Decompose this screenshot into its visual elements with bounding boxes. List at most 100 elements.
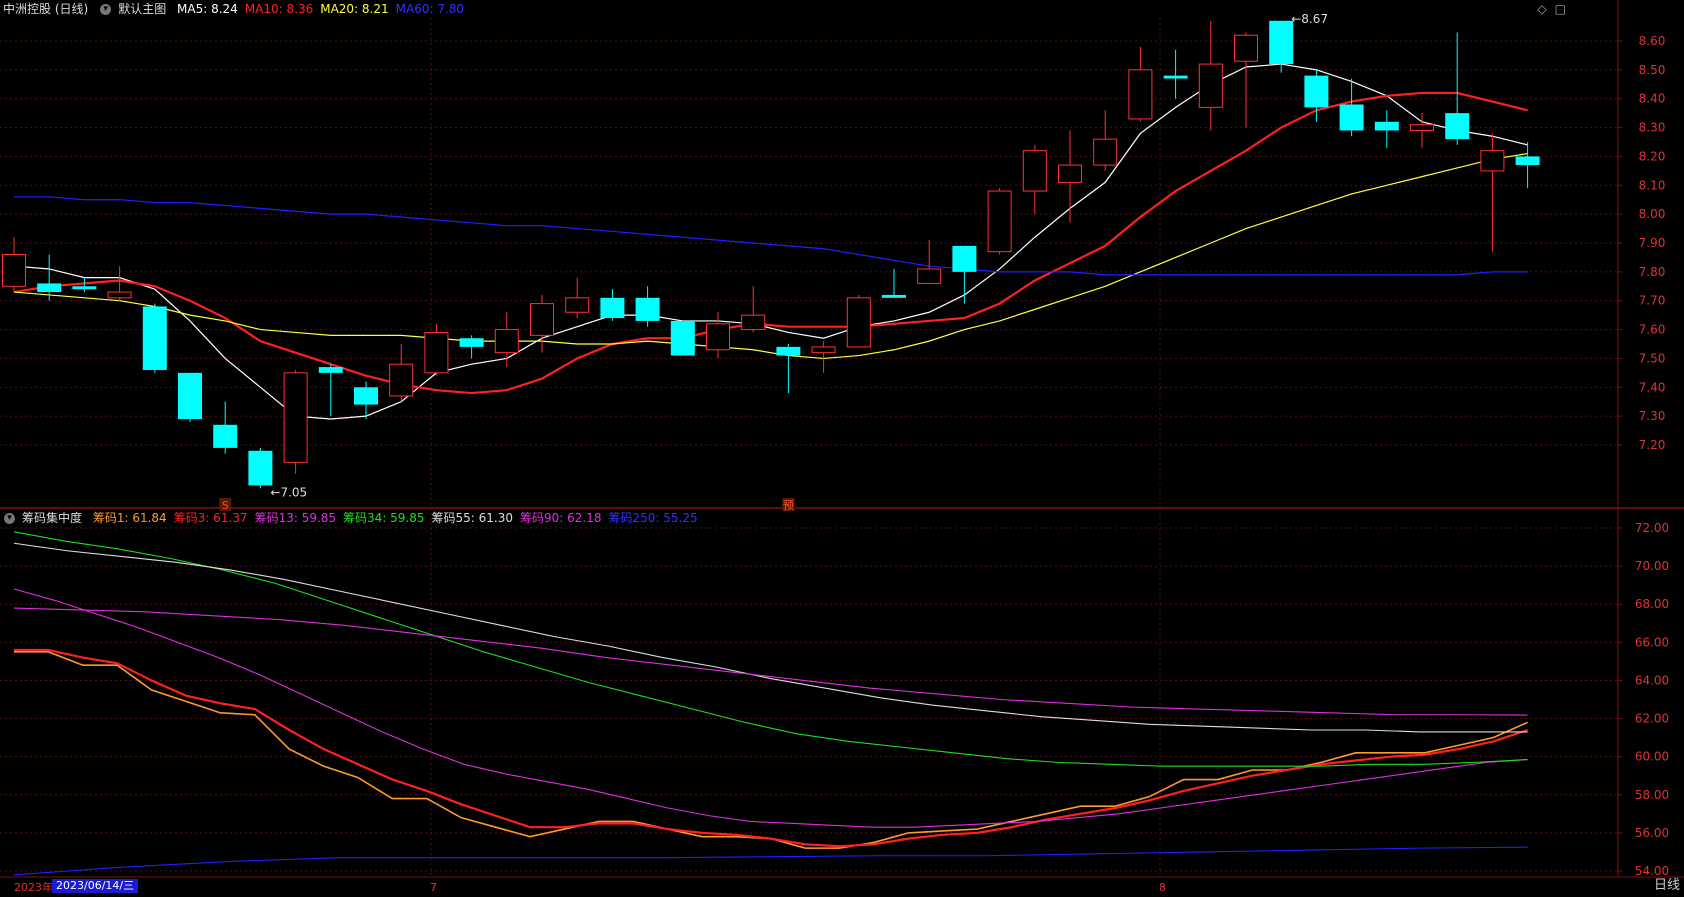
- ma-legend: MA5: 8.24 MA10: 8.36 MA20: 8.21 MA60: 7.80: [177, 2, 471, 16]
- candle: [1058, 130, 1082, 223]
- month-tick-7: 7: [430, 881, 437, 894]
- candle-body: [1339, 104, 1364, 131]
- candle: [178, 372, 202, 422]
- candle: [1128, 46, 1153, 122]
- dropdown-icon[interactable]: ▾: [4, 513, 15, 524]
- y-tick-label: 7.30: [1639, 409, 1666, 423]
- candle: [1093, 110, 1118, 171]
- candle-body: [72, 286, 97, 290]
- dropdown-icon[interactable]: ▾: [100, 4, 112, 15]
- indicator-title[interactable]: 筹码集中度: [22, 511, 82, 525]
- candle-body: [37, 283, 62, 293]
- candle-body: [1304, 75, 1329, 108]
- candle: [1374, 110, 1399, 148]
- y-tick-label: 8.40: [1639, 92, 1666, 106]
- candle-body: [107, 291, 132, 299]
- candle: [1198, 20, 1223, 131]
- candle: [917, 240, 942, 284]
- candle: [846, 294, 871, 348]
- candle: [565, 277, 590, 319]
- candle-body: [424, 331, 449, 374]
- candle-body: [1198, 63, 1223, 108]
- candle: [213, 401, 238, 454]
- candle-body: [142, 306, 167, 370]
- candle: [354, 381, 378, 420]
- y-tick-label: 8.00: [1639, 207, 1666, 221]
- candle: [1410, 113, 1434, 148]
- candle: [670, 320, 695, 356]
- month-tick-8: 8: [1159, 881, 1166, 894]
- square-icon[interactable]: □: [1555, 2, 1566, 16]
- candle-body: [1128, 69, 1153, 120]
- candle-body: [635, 297, 660, 321]
- price-annotation: ←7.05: [270, 485, 307, 499]
- candle-body: [846, 297, 871, 348]
- candle-body: [1515, 156, 1540, 166]
- y-tick-label: 68.00: [1635, 597, 1669, 611]
- candle: [1480, 133, 1505, 252]
- main-chart-subtitle[interactable]: 默认主图: [118, 2, 166, 16]
- window-icons: ◇ □: [1529, 2, 1566, 16]
- candle: [600, 289, 625, 321]
- y-tick-label: 8.60: [1639, 34, 1666, 48]
- chip-label-0: 筹码1: 61.84: [92, 511, 167, 525]
- candle: [1163, 49, 1188, 99]
- candle: [1022, 144, 1047, 215]
- candle-body: [600, 297, 625, 319]
- candle-body: [1269, 20, 1294, 65]
- candle-body: [1022, 150, 1047, 192]
- y-tick-label: 60.00: [1635, 750, 1669, 764]
- candle-body: [1093, 138, 1118, 166]
- candle: [1515, 142, 1540, 189]
- candle: [389, 344, 414, 402]
- candle: [741, 286, 766, 333]
- indicator-plot: [13, 531, 1528, 876]
- chip-label-6: 筹码250: 55.25: [608, 511, 698, 525]
- candle-body: [952, 245, 977, 272]
- time-axis: 2023年 2023/06/14/三 7 8 日线: [0, 877, 1684, 895]
- y-tick-label: 8.10: [1639, 178, 1666, 192]
- y-tick-label: 8.30: [1639, 121, 1666, 135]
- price-annotation: ←8.67: [1291, 12, 1328, 26]
- ma-label-2: MA20: 8.21: [320, 2, 389, 16]
- candle: [494, 312, 519, 368]
- main-chart-title: 中洲控股 (日线): [3, 2, 89, 16]
- candle: [635, 286, 660, 327]
- y-tick-label: 62.00: [1635, 712, 1669, 726]
- candle-body: [1445, 113, 1470, 140]
- selected-date-label[interactable]: 2023/06/14/三: [52, 879, 139, 893]
- candle-body: [565, 297, 590, 313]
- candle-body: [1234, 34, 1258, 62]
- chip-line-筹码1: [14, 651, 1528, 849]
- candle-body: [1480, 150, 1505, 172]
- candle: [1445, 32, 1470, 145]
- chip-line-筹码90: [13, 607, 1528, 716]
- candle: [952, 245, 977, 304]
- y-tick-label: 7.20: [1639, 438, 1666, 452]
- diamond-icon[interactable]: ◇: [1537, 2, 1546, 16]
- chip-line-筹码3: [14, 648, 1528, 848]
- candle: [248, 447, 273, 489]
- y-tick-label: 7.70: [1639, 294, 1666, 308]
- candle-body: [1163, 75, 1188, 79]
- candle-body: [987, 190, 1012, 253]
- main-plot: ←7.05←8.67S 预: [2, 12, 1540, 512]
- candle: [530, 294, 554, 353]
- chart-canvas[interactable]: 7.20 7.30 7.40 7.50 7.60 7.70 7.80 7.90 8.00 8.10…: [0, 0, 1684, 895]
- candle-body: [917, 268, 942, 284]
- period-label[interactable]: 日线: [1654, 877, 1680, 895]
- candle-body: [318, 367, 343, 373]
- candle-body: [1410, 124, 1434, 131]
- candle-body: [882, 294, 906, 298]
- ma-label-0: MA5: 8.24: [177, 2, 238, 16]
- candle: [459, 335, 484, 359]
- y-tick-label: 70.00: [1635, 559, 1669, 573]
- chip-label-4: 筹码55: 61.30: [431, 511, 514, 525]
- ma-line-MA60: [14, 196, 1528, 276]
- candle: [811, 341, 836, 373]
- y-tick-label: 56.00: [1635, 826, 1669, 840]
- y-tick-label: 64.00: [1635, 673, 1669, 687]
- candle: [776, 344, 801, 394]
- candle-body: [213, 424, 238, 448]
- y-tick-label: 7.50: [1639, 351, 1666, 365]
